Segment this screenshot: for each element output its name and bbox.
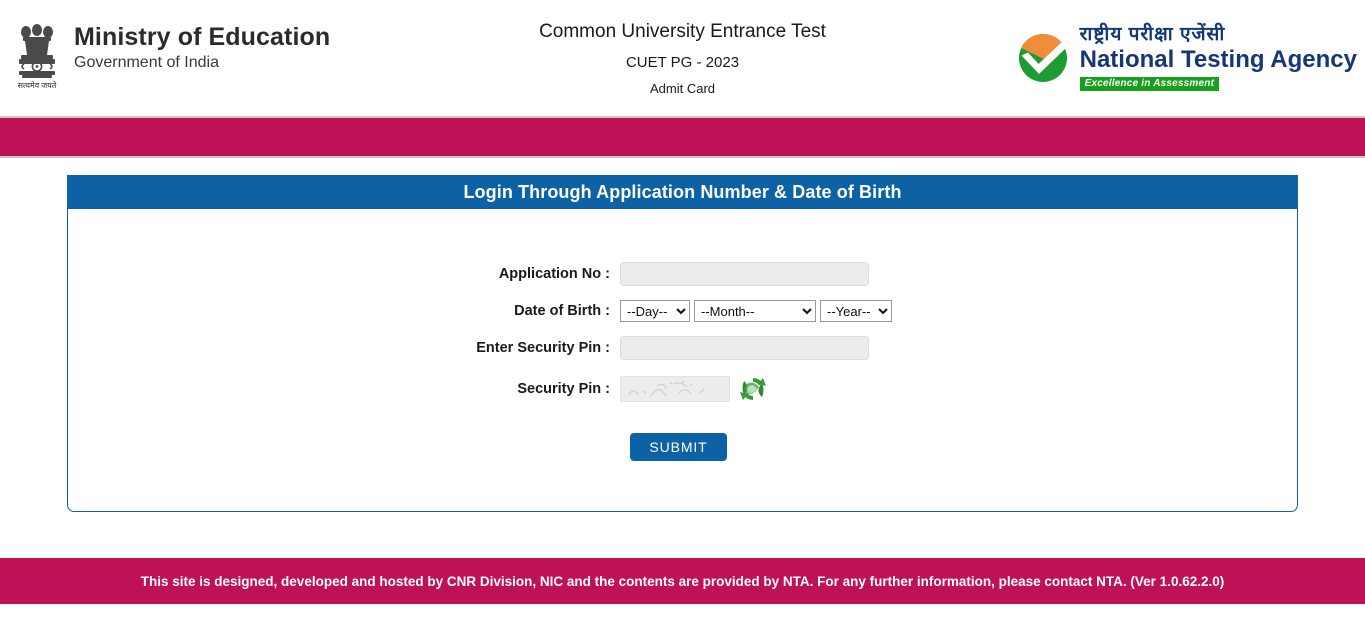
date-of-birth-field-wrap: --Day-- --Month-- --Year-- (620, 300, 1297, 322)
application-no-label: Application No : (498, 266, 610, 282)
nta-branding: राष्ट्रीय परीक्षा एजेंसी National Testin… (1014, 24, 1357, 92)
submit-spacer (68, 433, 620, 461)
login-panel: Login Through Application Number & Date … (67, 175, 1298, 512)
date-of-birth-row: Date of Birth : --Day-- --Month-- --Year… (68, 300, 1297, 322)
nta-english-name: National Testing Agency (1079, 45, 1357, 73)
nta-text-block: राष्ट्रीय परीक्षा एजेंसी National Testin… (1079, 24, 1357, 92)
ministry-text-block: Ministry of Education Government of Indi… (74, 18, 330, 74)
nta-logo-icon (1014, 29, 1072, 87)
captcha-image (620, 376, 730, 402)
submit-row: SUBMIT (68, 433, 1297, 461)
dob-month-select[interactable]: --Month-- (694, 300, 816, 322)
ministry-branding: सत्यमेव जयते Ministry of Education Gover… (12, 18, 331, 98)
page-footer: This site is designed, developed and hos… (0, 558, 1365, 604)
security-pin-label: Security Pin : (517, 381, 610, 397)
main-navigation-bar[interactable] (0, 118, 1365, 158)
ministry-subtitle: Government of India (74, 54, 219, 72)
security-pin-row: Security Pin : (68, 374, 1297, 404)
application-no-input[interactable] (620, 262, 869, 286)
enter-security-pin-row: Enter Security Pin : (68, 336, 1297, 360)
application-no-field-wrap (620, 262, 1297, 286)
enter-security-pin-label: Enter Security Pin : (476, 340, 610, 356)
dob-year-select[interactable]: --Year-- (820, 300, 892, 322)
india-emblem-icon: सत्यमेव जयते (12, 18, 62, 98)
login-form: Application No : Date of Birth : --Day--… (68, 209, 1297, 461)
security-pin-field-wrap (620, 374, 1297, 404)
submit-button[interactable]: SUBMIT (630, 433, 727, 461)
nta-tagline: Excellence in Assessment (1079, 77, 1220, 92)
enter-security-pin-field-wrap (620, 336, 1297, 360)
footer-spacer (0, 547, 1365, 558)
login-panel-title: Login Through Application Number & Date … (67, 175, 1298, 209)
enter-security-pin-input[interactable] (620, 336, 869, 360)
page-header: सत्यमेव जयते Ministry of Education Gover… (0, 0, 1365, 118)
footer-text: This site is designed, developed and hos… (140, 573, 1225, 589)
application-no-row: Application No : (68, 262, 1297, 286)
main-content: Login Through Application Number & Date … (0, 158, 1365, 547)
svg-text:सत्यमेव जयते: सत्यमेव जयते (18, 80, 57, 90)
date-of-birth-label: Date of Birth : (514, 303, 610, 319)
refresh-captcha-button[interactable] (738, 374, 768, 404)
login-panel-body: Application No : Date of Birth : --Day--… (67, 209, 1298, 512)
refresh-icon (738, 378, 768, 407)
ministry-title: Ministry of Education (74, 23, 331, 51)
dob-day-select[interactable]: --Day-- (620, 300, 690, 322)
nta-hindi-name: राष्ट्रीय परीक्षा एजेंसी (1079, 24, 1226, 45)
